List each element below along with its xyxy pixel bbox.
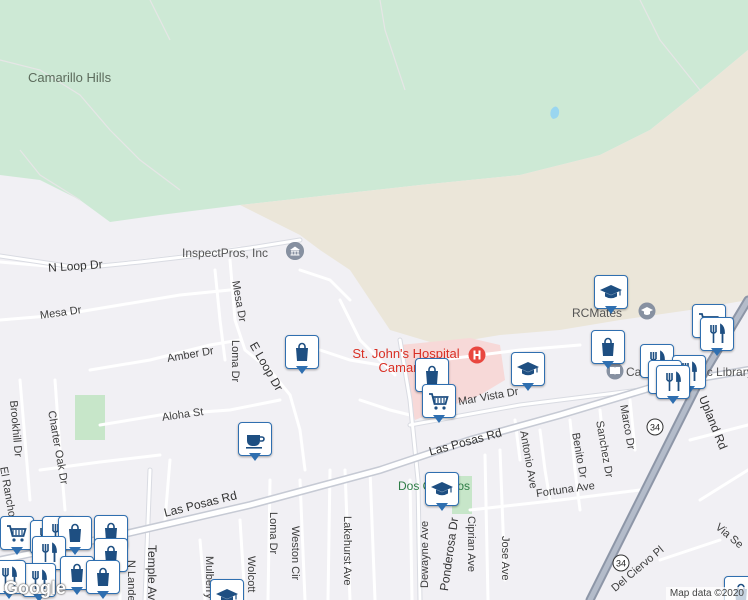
marker-pointer	[249, 453, 261, 461]
shopping-bag-icon	[97, 567, 109, 586]
marker-pointer	[605, 306, 617, 314]
shopping-marker[interactable]	[591, 330, 625, 370]
svg-text:34: 34	[616, 559, 626, 569]
school-marker[interactable]	[210, 579, 244, 600]
google-logo: Google	[4, 578, 66, 598]
restaurant-icon	[666, 371, 681, 391]
road-label-weston-cir: Weston Cir	[289, 526, 301, 581]
hospital-icon[interactable]	[468, 346, 486, 364]
grocery-marker[interactable]	[0, 516, 34, 556]
map-attribution[interactable]: Map data ©2020	[665, 587, 748, 600]
shopping-marker[interactable]	[86, 560, 120, 600]
poi-dot-inspectpros[interactable]	[286, 242, 304, 260]
graduation-cap-icon	[431, 482, 453, 496]
coffee-icon	[246, 435, 265, 449]
marker-pointer	[711, 348, 723, 356]
road-label-loma-dr: Loma Dr	[267, 512, 279, 555]
graduation-cap-icon	[600, 285, 622, 299]
graduation-cap-icon	[517, 362, 539, 376]
road-label-lakehurst-ave: Lakehurst Ave	[341, 516, 353, 586]
restaurant-marker[interactable]	[656, 365, 690, 405]
map-canvas[interactable]: Camarillo Hills InspectPros, Inc RCMates…	[0, 0, 748, 600]
marker-pointer	[602, 361, 614, 369]
shopping-bag-icon	[602, 337, 614, 356]
road-label-ciprian-ave: Ciprian Ave	[465, 516, 477, 573]
marker-pointer	[433, 415, 445, 423]
marker-pointer	[69, 547, 81, 555]
school-marker[interactable]	[425, 472, 459, 512]
road-label-temple-ave: Temple Ave	[145, 545, 159, 600]
building-icon	[286, 242, 304, 260]
cafe-marker[interactable]	[238, 422, 272, 462]
grocery-marker[interactable]	[422, 384, 456, 424]
school-icon	[638, 302, 656, 320]
marker-pointer	[667, 396, 679, 404]
road-label-wolcott: Wolcott	[245, 556, 257, 593]
green-space	[75, 395, 105, 440]
shopping-bag-icon	[69, 523, 81, 542]
road-label-loma-dr-upper: Loma Dr	[229, 340, 241, 383]
restaurant-marker[interactable]	[700, 317, 734, 357]
grocery-cart-icon	[429, 393, 449, 410]
map-base-layer	[0, 0, 748, 600]
poi-dot-rcmates[interactable]	[638, 302, 656, 320]
marker-pointer	[71, 587, 83, 595]
marker-pointer	[11, 547, 23, 555]
marker-pointer	[436, 503, 448, 511]
school-marker[interactable]	[594, 275, 628, 315]
route-34-shield: 34	[646, 418, 664, 436]
marker-pointer	[97, 591, 109, 599]
road-label-jose-ave: Jose Ave	[499, 536, 511, 581]
school-marker[interactable]	[511, 352, 545, 392]
restaurant-icon	[710, 323, 725, 343]
shopping-bag-icon	[296, 342, 308, 361]
grocery-cart-icon	[7, 525, 27, 542]
road-label-dewayne-ave: Dewayne Ave	[419, 520, 431, 588]
graduation-cap-icon	[216, 589, 238, 600]
marker-pointer	[296, 366, 308, 374]
route-34-shield-south: 34	[612, 554, 630, 572]
area-label-camarillo-hills: Camarillo Hills	[28, 70, 112, 85]
restaurant-icon	[42, 542, 57, 562]
shopping-marker[interactable]	[285, 335, 319, 375]
road-label-n-loop-dr: N Loop Dr	[47, 257, 104, 275]
place-label-inspectpros[interactable]: InspectPros, Inc	[182, 247, 268, 259]
marker-pointer	[522, 383, 534, 391]
svg-text:34: 34	[650, 423, 660, 433]
